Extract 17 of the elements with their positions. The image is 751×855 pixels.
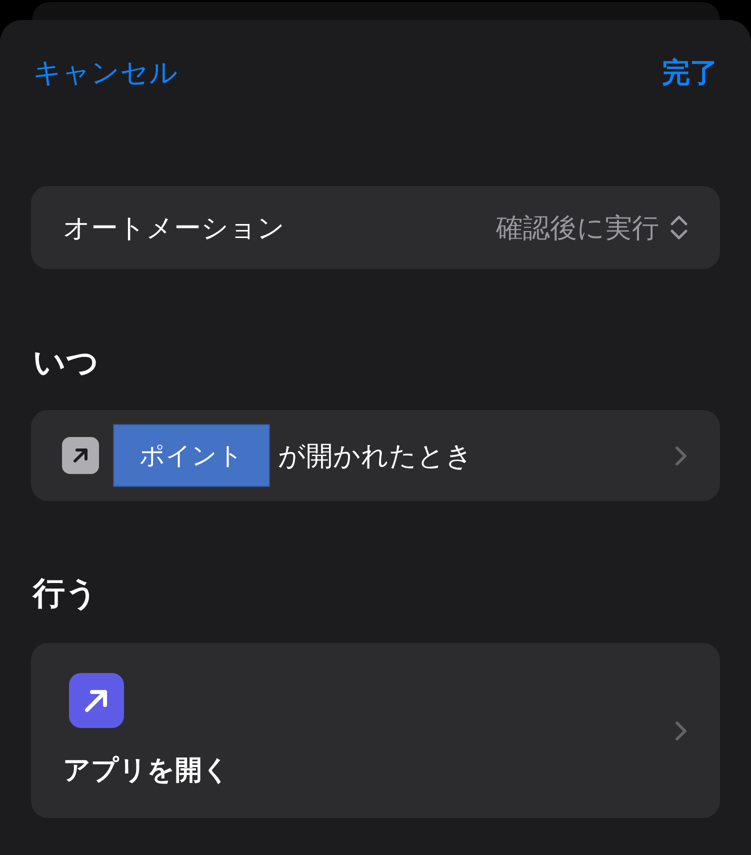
chevron-right-icon xyxy=(674,444,688,466)
app-token[interactable]: ポイント xyxy=(113,424,270,487)
setting-label: オートメーション xyxy=(63,212,285,246)
setting-value: 確認後に実行 xyxy=(496,212,659,246)
cancel-button[interactable]: キャンセル xyxy=(31,56,180,90)
trigger-text: が開かれたとき xyxy=(278,440,474,474)
automation-setting-row[interactable]: オートメーション 確認後に実行 xyxy=(31,186,720,269)
chevron-right-icon xyxy=(674,720,688,742)
action-title: アプリを開く xyxy=(63,754,230,788)
done-button[interactable]: 完了 xyxy=(660,56,720,90)
updown-chevron-icon xyxy=(669,214,689,241)
section-heading: 行う xyxy=(31,573,99,613)
trigger-row[interactable]: ポイント が開かれたとき xyxy=(31,410,720,501)
arrow-square-icon xyxy=(69,673,124,728)
section-heading: いつ xyxy=(32,342,100,382)
action-card[interactable]: アプリを開く xyxy=(31,643,720,818)
arrow-square-icon xyxy=(62,437,99,474)
